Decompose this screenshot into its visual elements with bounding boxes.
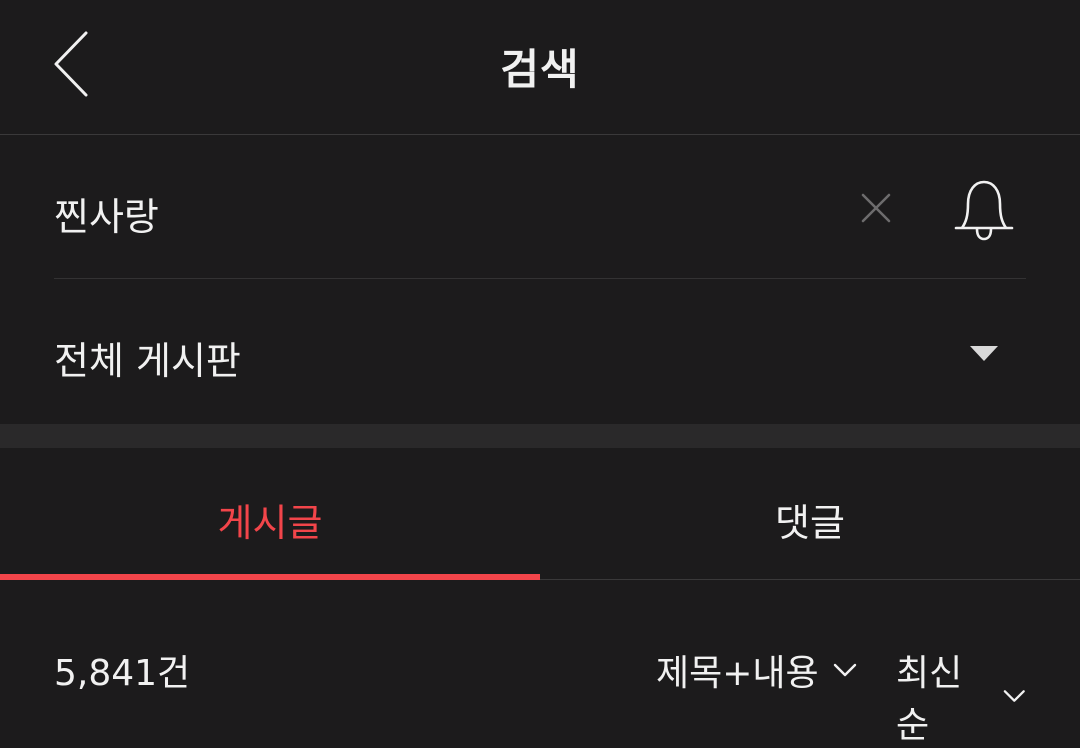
app-header: 검색 bbox=[0, 0, 1080, 135]
tab-posts-label: 게시글 bbox=[217, 501, 323, 545]
chevron-down-icon bbox=[1004, 690, 1026, 702]
search-bar: 찐사랑 bbox=[54, 136, 1026, 279]
close-icon bbox=[861, 193, 891, 223]
tab-comments[interactable]: 댓글 bbox=[540, 448, 1080, 579]
board-select[interactable]: 전체 게시판 bbox=[54, 280, 1026, 424]
search-input[interactable]: 찐사랑 bbox=[54, 186, 159, 241]
clear-search-button[interactable] bbox=[850, 182, 902, 234]
triangle-down-icon bbox=[970, 346, 998, 361]
result-count: 5,841건 bbox=[54, 653, 191, 694]
results-toolbar: 5,841건 제목+내용 최신순 bbox=[54, 580, 1026, 746]
chevron-down-icon bbox=[833, 663, 856, 677]
sort-order-dropdown[interactable]: 최신순 bbox=[896, 644, 1026, 748]
tab-comments-label: 댓글 bbox=[775, 501, 845, 545]
result-tabs: 게시글 댓글 bbox=[0, 448, 1080, 580]
sort-order-label: 최신순 bbox=[896, 653, 963, 746]
search-scope-dropdown[interactable]: 제목+내용 bbox=[656, 644, 857, 696]
board-select-value: 전체 게시판 bbox=[54, 339, 241, 383]
tab-posts[interactable]: 게시글 bbox=[0, 448, 540, 579]
search-scope-label: 제목+내용 bbox=[656, 653, 819, 694]
bell-icon bbox=[954, 180, 1014, 241]
section-divider bbox=[0, 424, 1080, 448]
keyword-alert-button[interactable] bbox=[944, 172, 1024, 246]
page-title: 검색 bbox=[500, 45, 580, 94]
